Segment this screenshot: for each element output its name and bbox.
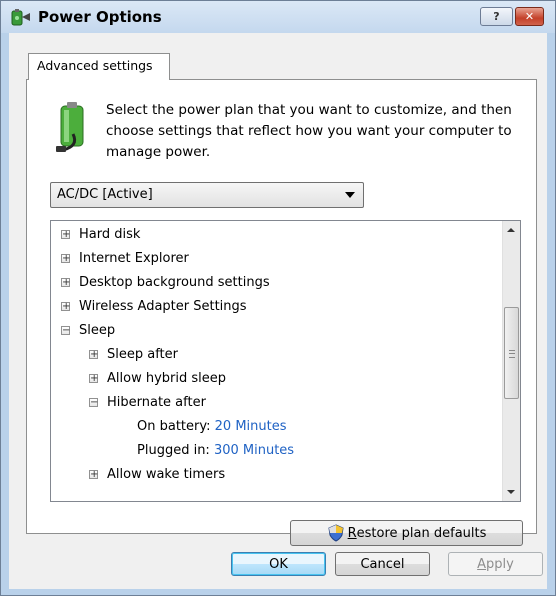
expand-icon[interactable]: + xyxy=(89,350,98,360)
apply-button[interactable]: Apply xyxy=(448,552,543,576)
setting-plugged-in: Plugged in: 300 Minutes xyxy=(137,439,294,462)
plugged-in-value-link[interactable]: 300 Minutes xyxy=(214,443,294,458)
intro-text: Select the power plan that you want to c… xyxy=(106,102,512,160)
apply-mnemonic: A xyxy=(477,556,487,572)
scroll-down-icon[interactable] xyxy=(507,490,515,494)
apply-label: pply xyxy=(486,556,514,572)
restore-plan-defaults-button[interactable]: Restore plan defaults xyxy=(290,520,523,546)
power-options-window: Power Options ? ✕ Advanced settings Sele… xyxy=(0,0,556,596)
expand-icon[interactable]: + xyxy=(89,374,98,384)
restore-mnemonic: R xyxy=(347,525,357,541)
power-options-icon xyxy=(11,9,30,26)
tree-item-label: Hard disk xyxy=(79,227,141,242)
window-title: Power Options xyxy=(38,8,162,26)
restore-label: estore plan defaults xyxy=(356,525,487,541)
settings-tree[interactable]: + Hard disk + Internet Explorer + Deskto… xyxy=(50,220,521,502)
power-plan-value: AC/DC [Active] xyxy=(57,187,153,202)
scrollbar-thumb[interactable] xyxy=(504,307,519,399)
close-button[interactable]: ✕ xyxy=(515,7,544,26)
expand-icon[interactable]: + xyxy=(61,254,70,264)
on-battery-value-link[interactable]: 20 Minutes xyxy=(215,419,287,434)
cancel-button[interactable]: Cancel xyxy=(335,552,430,576)
tree-item-label: Internet Explorer xyxy=(79,251,189,266)
collapse-icon[interactable]: − xyxy=(89,398,98,408)
setting-label: On battery: xyxy=(137,419,211,434)
help-button[interactable]: ? xyxy=(480,7,513,26)
collapse-icon[interactable]: − xyxy=(61,326,70,336)
tree-item-label: Desktop background settings xyxy=(79,275,270,290)
expand-icon[interactable]: + xyxy=(61,278,70,288)
power-plan-dropdown[interactable]: AC/DC [Active] xyxy=(50,182,364,208)
tree-item-label: Hibernate after xyxy=(107,395,206,410)
tree-item-label: Allow hybrid sleep xyxy=(107,371,226,386)
battery-plug-icon xyxy=(56,102,84,152)
grip-icon xyxy=(509,350,515,358)
setting-label: Plugged in: xyxy=(137,443,210,458)
expand-icon[interactable]: + xyxy=(89,470,98,480)
advanced-settings-panel: Select the power plan that you want to c… xyxy=(26,79,537,546)
tree-item-label: Allow wake timers xyxy=(107,467,226,482)
setting-on-battery: On battery: 20 Minutes xyxy=(137,415,287,438)
scroll-up-icon[interactable] xyxy=(507,228,515,232)
dialog-client-area: Advanced settings Select the power plan … xyxy=(9,33,547,589)
tree-item-label: Sleep after xyxy=(107,347,178,362)
tree-item-label: Sleep xyxy=(79,323,116,338)
expand-icon[interactable]: + xyxy=(61,302,70,312)
tree-item-label: Wireless Adapter Settings xyxy=(79,299,247,314)
ok-button[interactable]: OK xyxy=(231,552,326,576)
tab-advanced-settings[interactable]: Advanced settings xyxy=(28,53,170,80)
expand-icon[interactable]: + xyxy=(61,230,70,240)
title-bar[interactable]: Power Options ? ✕ xyxy=(1,1,555,33)
vertical-scrollbar[interactable] xyxy=(502,221,520,501)
uac-shield-icon xyxy=(328,524,344,542)
chevron-down-icon[interactable] xyxy=(345,192,355,198)
